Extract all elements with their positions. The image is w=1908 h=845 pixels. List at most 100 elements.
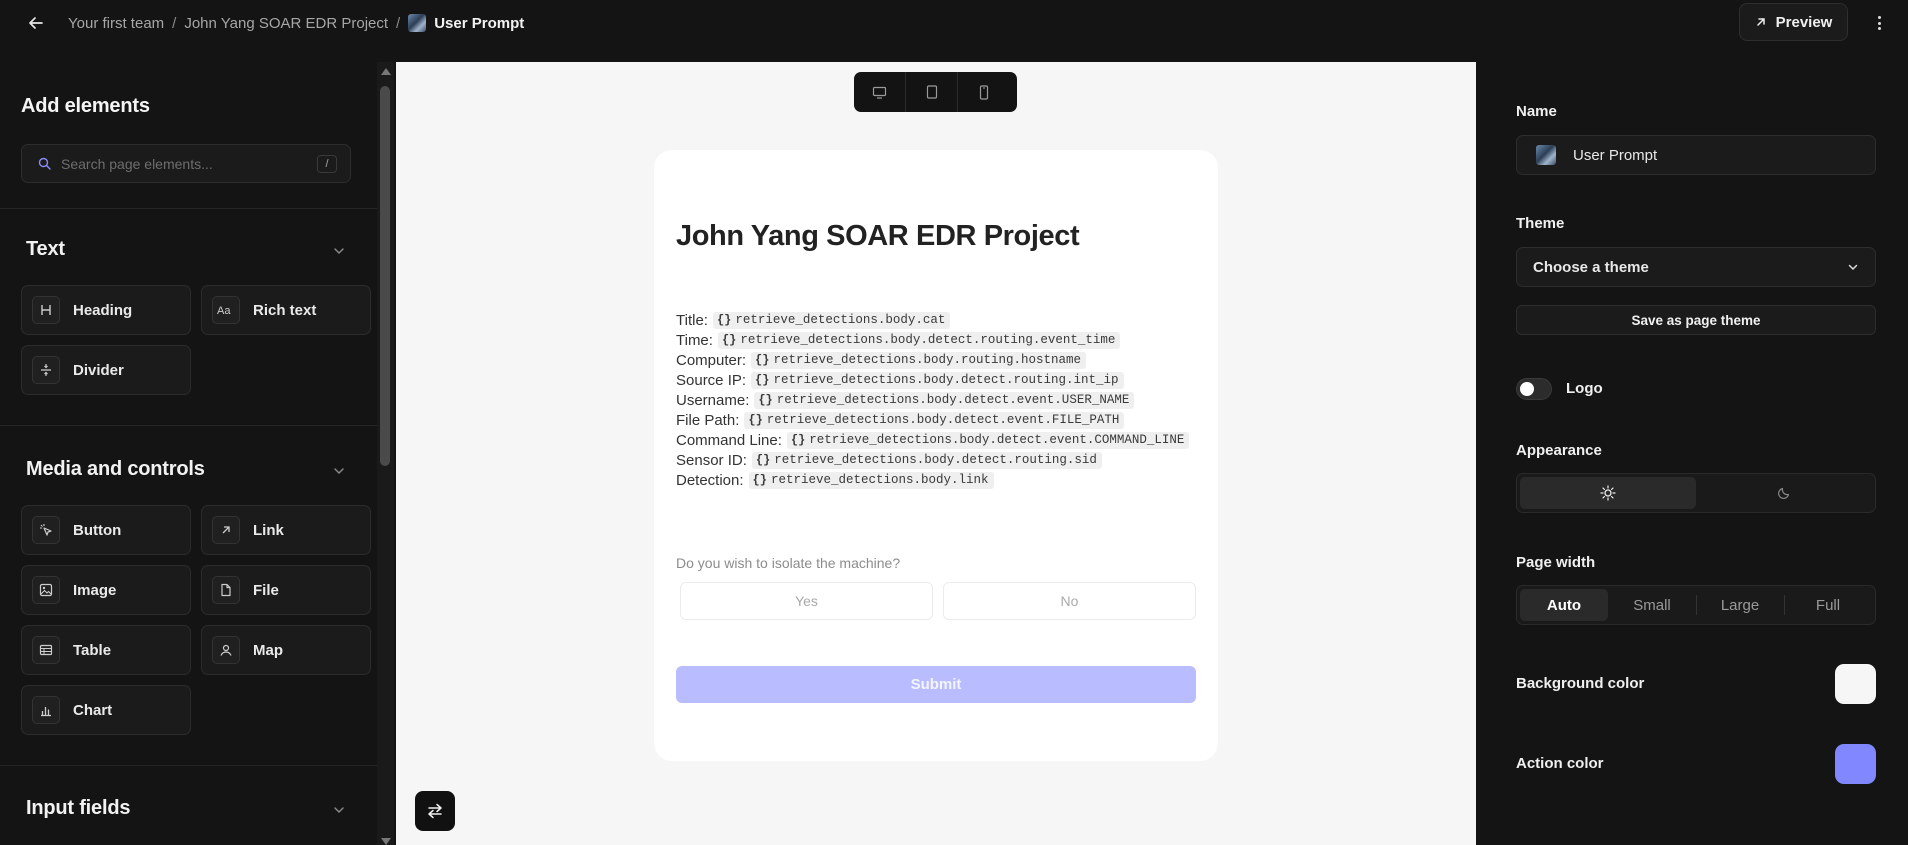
- element-heading[interactable]: Heading: [21, 285, 191, 335]
- submit-button[interactable]: Submit: [676, 666, 1196, 703]
- more-options-icon[interactable]: [1876, 13, 1882, 33]
- option-yes-button[interactable]: Yes: [680, 582, 933, 620]
- variable-chip[interactable]: {} retrieve_detections.body.detect.event.…: [744, 411, 1125, 429]
- page-width-auto[interactable]: Auto: [1520, 589, 1608, 621]
- search-shortcut-key: /: [317, 154, 337, 173]
- variable-chip[interactable]: {} retrieve_detections.body.detect.routin…: [751, 451, 1102, 469]
- variable-chip[interactable]: {} retrieve_detections.body.detect.event.…: [786, 431, 1190, 449]
- desktop-icon: [872, 86, 887, 99]
- element-rich-text[interactable]: Aa Rich text: [201, 285, 371, 335]
- field-label: Command Line:: [676, 431, 782, 449]
- name-label: Name: [1516, 103, 1557, 120]
- breadcrumb-project[interactable]: John Yang SOAR EDR Project: [184, 15, 388, 32]
- theme-select[interactable]: Choose a theme: [1516, 247, 1876, 287]
- background-color-swatch[interactable]: [1835, 664, 1876, 704]
- search-box[interactable]: /: [21, 144, 351, 183]
- isolate-question[interactable]: Do you wish to isolate the machine?: [676, 555, 900, 571]
- desktop-view-button[interactable]: [854, 72, 906, 112]
- element-table[interactable]: Table: [21, 625, 191, 675]
- detection-field-row: Detection:{} retrieve_detections.body.lin…: [676, 470, 1196, 490]
- toggle-knob: [1520, 382, 1534, 396]
- element-button[interactable]: Button: [21, 505, 191, 555]
- detection-field-row: Source IP:{} retrieve_detections.body.det…: [676, 370, 1196, 390]
- preview-button[interactable]: Preview: [1739, 3, 1848, 41]
- detection-fields[interactable]: Title:{} retrieve_detections.body.cat Time…: [676, 310, 1196, 490]
- page-thumbnail-icon: [408, 14, 427, 32]
- variable-chip[interactable]: {} retrieve_detections.body.cat: [712, 311, 951, 329]
- device-switcher: [854, 72, 1017, 112]
- scrollbar-thumb[interactable]: [380, 86, 390, 466]
- variable-chip[interactable]: {} retrieve_detections.body.routing.hostn…: [751, 351, 1086, 369]
- action-color-label: Action color: [1516, 755, 1604, 772]
- breadcrumb-team[interactable]: Your first team: [68, 15, 164, 32]
- variable-path: retrieve_detections.body.routing.hostnam…: [773, 353, 1081, 367]
- detection-field-row: Username:{} retrieve_detections.body.dete…: [676, 390, 1196, 410]
- variable-chip[interactable]: {} retrieve_detections.body.detect.routin…: [717, 331, 1121, 349]
- page-width-large[interactable]: Large: [1696, 589, 1784, 621]
- tablet-view-button[interactable]: [906, 72, 958, 112]
- page-title[interactable]: John Yang SOAR EDR Project: [676, 220, 1080, 253]
- variable-chip[interactable]: {} retrieve_detections.body.detect.routin…: [751, 371, 1124, 389]
- chevron-down-icon[interactable]: [332, 464, 346, 478]
- element-button-label: Button: [73, 521, 122, 539]
- page-thumbnail-icon[interactable]: [1536, 145, 1556, 165]
- element-map[interactable]: Map: [201, 625, 371, 675]
- mobile-view-button[interactable]: [958, 72, 1010, 112]
- scroll-up-icon[interactable]: [381, 68, 391, 75]
- svg-text:Aa: Aa: [217, 305, 231, 317]
- heading-icon: [32, 296, 60, 324]
- theme-value: Choose a theme: [1533, 258, 1649, 276]
- section-media-title[interactable]: Media and controls: [26, 458, 205, 481]
- variable-chip[interactable]: {} retrieve_detections.body.link: [748, 471, 994, 489]
- braces-icon: {}: [790, 433, 806, 447]
- search-icon: [38, 157, 51, 170]
- left-panel-scrollbar[interactable]: [377, 62, 394, 845]
- light-mode-button[interactable]: [1520, 477, 1696, 509]
- cursor-click-icon: [32, 516, 60, 544]
- swap-panels-button[interactable]: [415, 791, 455, 831]
- section-input-title[interactable]: Input fields: [26, 797, 130, 820]
- variable-chip[interactable]: {} retrieve_detections.body.detect.event.…: [754, 391, 1135, 409]
- tablet-icon: [926, 85, 937, 99]
- option-no-button[interactable]: No: [943, 582, 1196, 620]
- element-image[interactable]: Image: [21, 565, 191, 615]
- chevron-down-icon[interactable]: [332, 803, 346, 817]
- logo-label: Logo: [1566, 380, 1603, 397]
- logo-toggle[interactable]: [1516, 378, 1552, 400]
- element-chart[interactable]: Chart: [21, 685, 191, 735]
- field-label: File Path:: [676, 411, 740, 429]
- braces-icon: {}: [755, 373, 770, 387]
- field-label: Sensor ID:: [676, 451, 747, 469]
- element-divider[interactable]: Divider: [21, 345, 191, 395]
- save-theme-button[interactable]: Save as page theme: [1516, 305, 1876, 335]
- action-color-swatch[interactable]: [1835, 744, 1876, 784]
- braces-icon: {}: [758, 393, 773, 407]
- element-table-label: Table: [73, 641, 112, 659]
- page-width-selector: Auto Small Large Full: [1516, 585, 1876, 625]
- variable-path: retrieve_detections.body.detect.routing.…: [774, 453, 1097, 467]
- section-text-title[interactable]: Text: [26, 238, 65, 261]
- prompt-card: John Yang SOAR EDR Project Title:{} retri…: [654, 150, 1218, 761]
- braces-icon: {}: [755, 453, 771, 467]
- element-chart-label: Chart: [73, 701, 113, 719]
- add-elements-panel: Add elements / Text Heading Aa Rich text…: [0, 62, 377, 845]
- name-field[interactable]: User Prompt: [1516, 135, 1876, 175]
- chevron-down-icon[interactable]: [332, 244, 346, 258]
- search-input[interactable]: [61, 155, 317, 172]
- variable-path: retrieve_detections.body.detect.event.FI…: [766, 413, 1120, 427]
- page-width-label: Page width: [1516, 554, 1596, 571]
- dark-mode-button[interactable]: [1696, 477, 1872, 509]
- back-button[interactable]: [25, 12, 47, 34]
- arrow-up-right-icon: [212, 516, 240, 544]
- element-link[interactable]: Link: [201, 505, 371, 555]
- divider: [0, 208, 377, 209]
- page-width-small[interactable]: Small: [1608, 589, 1696, 621]
- map-pin-icon: [212, 636, 240, 664]
- element-file[interactable]: File: [201, 565, 371, 615]
- detection-field-row: Title:{} retrieve_detections.body.cat: [676, 310, 1196, 330]
- page-width-full[interactable]: Full: [1784, 589, 1872, 621]
- page-canvas: John Yang SOAR EDR Project Title:{} retri…: [396, 62, 1476, 845]
- scroll-down-icon[interactable]: [381, 838, 391, 845]
- variable-path: retrieve_detections.body.cat: [735, 313, 946, 327]
- variable-path: retrieve_detections.body.link: [770, 473, 989, 487]
